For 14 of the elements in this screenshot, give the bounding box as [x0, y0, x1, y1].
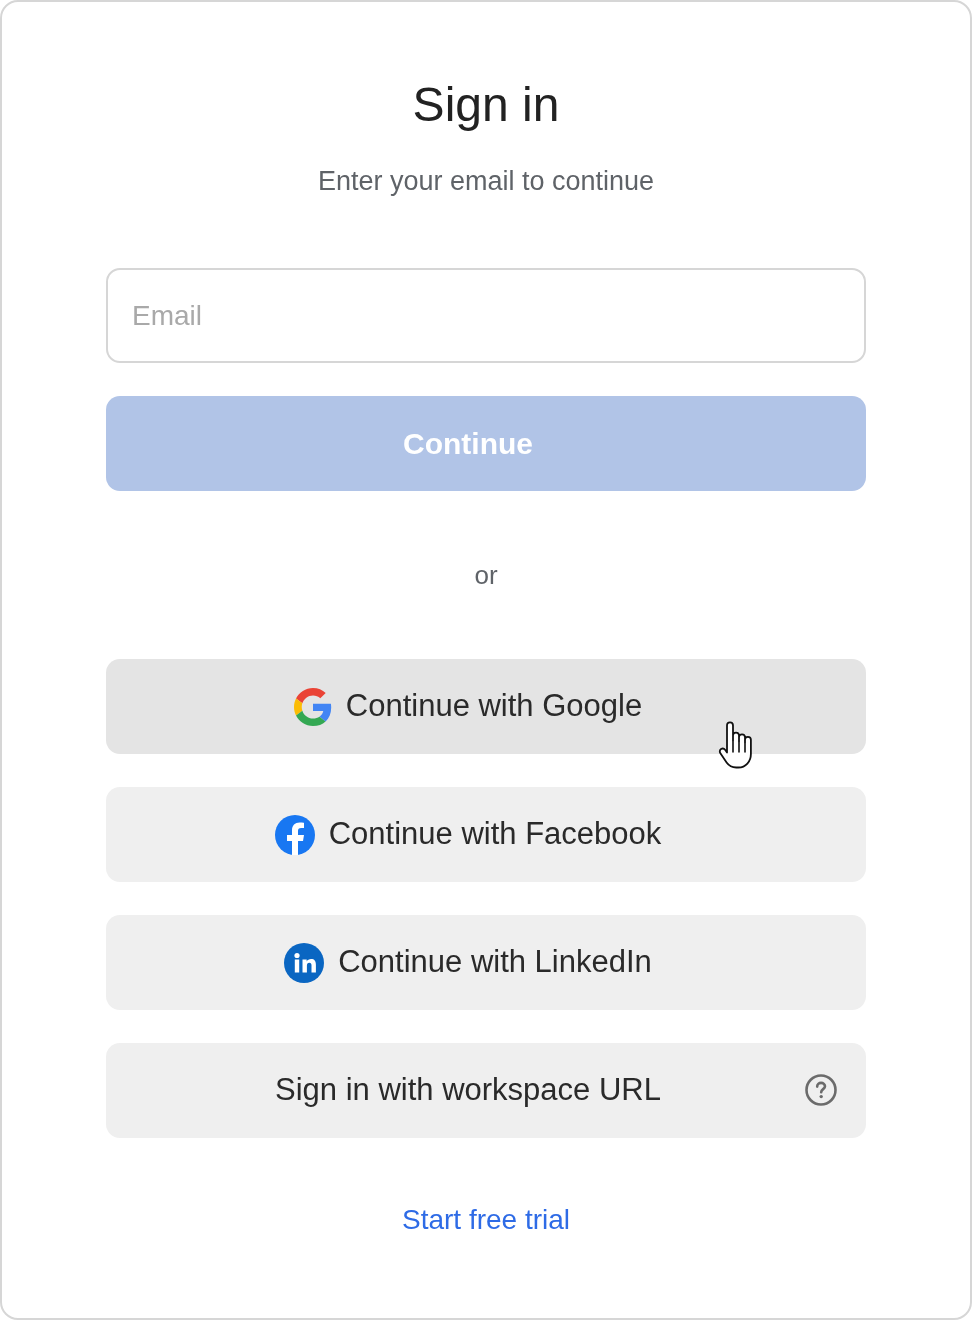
facebook-logo-icon	[274, 814, 315, 855]
linkedin-logo-icon	[284, 942, 325, 983]
page-title: Sign in	[412, 77, 560, 133]
sign-in-option-button[interactable]: Continue with LinkedIn	[106, 915, 866, 1010]
email-input-field[interactable]: Email	[106, 268, 866, 363]
sign-in-option-button[interactable]: Continue with Google	[106, 659, 866, 754]
start-free-trial-link[interactable]: Start free trial	[401, 1204, 571, 1236]
help-icon[interactable]	[805, 1074, 837, 1106]
sign-in-option-button[interactable]: Continue with Facebook	[106, 787, 866, 882]
page-subtitle: Enter your email to continue	[317, 165, 655, 197]
google-logo-icon	[293, 687, 332, 726]
sign-in-option-button[interactable]: Sign in with workspace URL	[106, 1043, 866, 1138]
divider-text: or	[474, 560, 498, 590]
hand-cursor-icon	[718, 721, 754, 769]
